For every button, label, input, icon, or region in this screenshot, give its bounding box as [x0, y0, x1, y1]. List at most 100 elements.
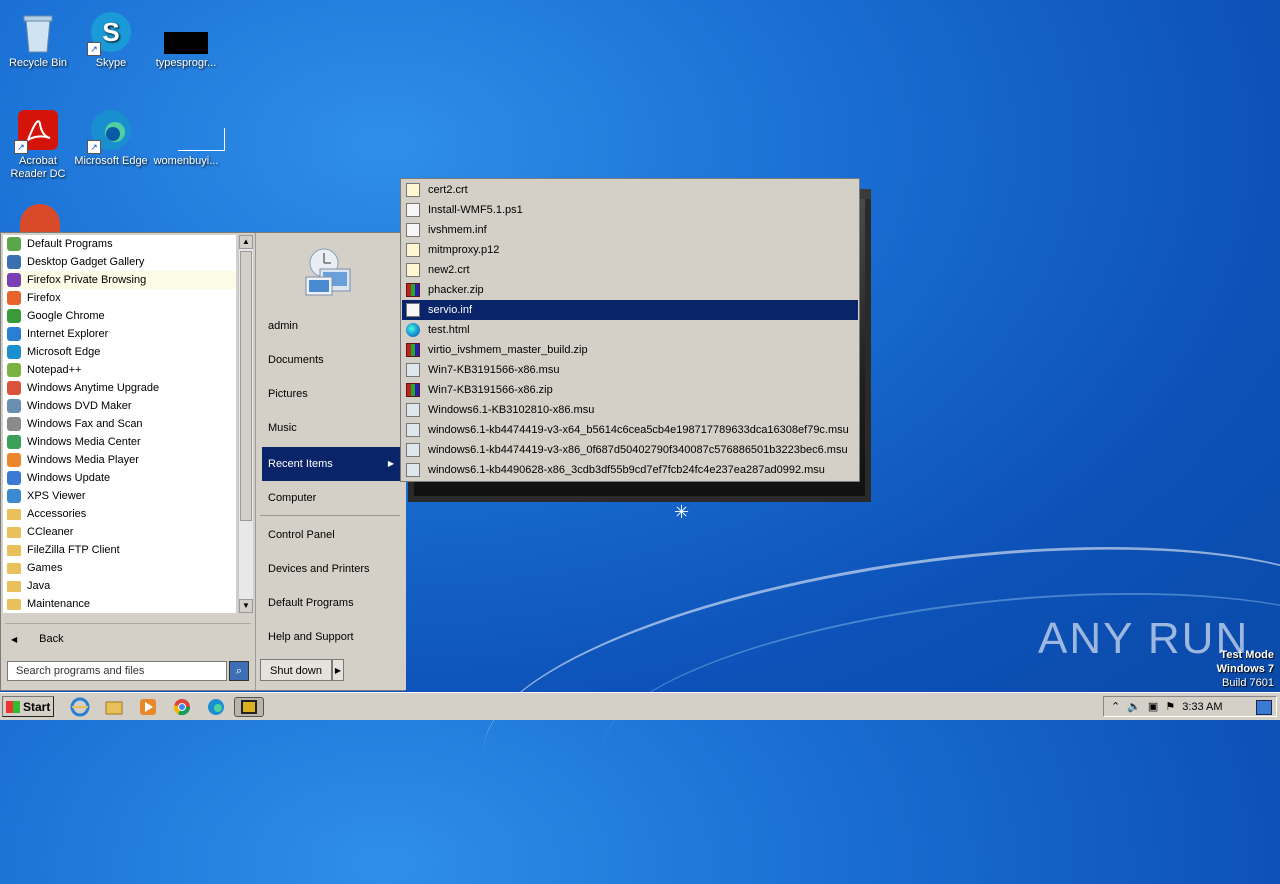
edge-taskbar-icon[interactable] [206, 697, 226, 717]
recent-item[interactable]: windows6.1-kb4490628-x86_3cdb3df55b9cd7e… [402, 460, 858, 480]
scroll-down-button[interactable]: ▼ [239, 599, 253, 613]
program-label: Google Chrome [27, 310, 105, 322]
divider [5, 623, 251, 624]
program-list-item[interactable]: XPS Viewer [3, 487, 236, 505]
recent-item-label: Windows6.1-KB3102810-x86.msu [428, 404, 595, 416]
recent-item[interactable]: virtio_ivshmem_master_build.zip [402, 340, 858, 360]
documents-link[interactable]: Documents [262, 349, 400, 371]
recent-item[interactable]: cert2.crt [402, 180, 858, 200]
shutdown-button[interactable]: Shut down [260, 659, 332, 681]
shutdown-options-button[interactable]: ▶ [332, 659, 344, 681]
program-list-scrollbar[interactable]: ▲ ▼ [238, 235, 253, 613]
program-list-item[interactable]: Accessories [3, 505, 236, 523]
recent-item[interactable]: new2.crt [402, 260, 858, 280]
program-list-item[interactable]: Maintenance [3, 595, 236, 613]
pictures-link[interactable]: Pictures [262, 383, 400, 405]
program-list-item[interactable]: Windows Fax and Scan [3, 415, 236, 433]
program-list-item[interactable]: Google Chrome [3, 307, 236, 325]
program-label: Windows Media Player [27, 454, 139, 466]
control-panel-link[interactable]: Control Panel [262, 524, 400, 546]
devices-printers-link[interactable]: Devices and Printers [262, 558, 400, 580]
recent-item-label: phacker.zip [428, 284, 484, 296]
computer-link[interactable]: Computer [262, 487, 400, 509]
program-list-item[interactable]: Windows Media Player [3, 451, 236, 469]
user-picture[interactable] [300, 241, 356, 299]
back-button[interactable]: ◀ Back [7, 631, 247, 647]
program-list-item[interactable]: CCleaner [3, 523, 236, 541]
zip-file-icon [406, 343, 420, 357]
help-support-link[interactable]: Help and Support [262, 626, 400, 648]
recent-item[interactable]: Win7-KB3191566-x86.msu [402, 360, 858, 380]
recent-items-label: Recent Items [268, 458, 333, 470]
desktop-icon-recycle-bin[interactable]: Recycle Bin [0, 6, 76, 70]
default-programs-link[interactable]: Default Programs [262, 592, 400, 614]
scroll-up-button[interactable]: ▲ [239, 235, 253, 249]
program-label: Windows DVD Maker [27, 400, 132, 412]
program-label: Internet Explorer [27, 328, 109, 340]
recent-item[interactable]: Win7-KB3191566-x86.zip [402, 380, 858, 400]
volume-icon[interactable]: 🔈 [1127, 700, 1141, 713]
program-list-item[interactable]: Desktop Gadget Gallery [3, 253, 236, 271]
search-input[interactable]: Search programs and files [7, 661, 227, 681]
show-desktop-button[interactable] [1256, 700, 1272, 715]
user-folder-link[interactable]: admin [262, 315, 400, 337]
gadget-icon [7, 255, 21, 269]
music-link[interactable]: Music [262, 417, 400, 439]
program-label: CCleaner [27, 526, 74, 538]
explorer-taskbar-icon[interactable] [104, 697, 124, 717]
show-hidden-icons-icon[interactable]: ⌃ [1111, 700, 1120, 713]
program-list-item[interactable]: FileZilla FTP Client [3, 541, 236, 559]
chrome-taskbar-icon[interactable] [172, 697, 192, 717]
search-button[interactable]: ⌕ [229, 661, 249, 681]
back-label: Back [39, 633, 64, 645]
cert-file-icon [406, 243, 420, 257]
program-list-item[interactable]: Firefox [3, 289, 236, 307]
program-list-item[interactable]: Microsoft Edge [3, 343, 236, 361]
recent-item[interactable]: Install-WMF5.1.ps1 [402, 200, 858, 220]
program-list-item[interactable]: Default Programs [3, 235, 236, 253]
active-app-taskbar-button[interactable] [234, 697, 264, 717]
media-player-taskbar-icon[interactable] [138, 697, 158, 717]
desktop-icon-typesprogr[interactable]: typesprogr... [148, 6, 224, 70]
arrow-right-icon: ▶ [334, 666, 342, 675]
recent-item-label: windows6.1-kb4474419-v3-x86_0f687d504027… [428, 444, 848, 456]
desktop-icon-acrobat[interactable]: ↗ Acrobat Reader DC [0, 104, 76, 181]
program-list-item[interactable]: Firefox Private Browsing [3, 271, 236, 289]
desktop-icon-womenbuyi[interactable]: womenbuyi... [148, 104, 225, 168]
scroll-thumb[interactable] [240, 251, 252, 521]
program-list-item[interactable]: Windows Update [3, 469, 236, 487]
program-list-item[interactable]: Windows Media Center [3, 433, 236, 451]
program-list-item[interactable]: Java [3, 577, 236, 595]
program-list-item[interactable]: Games [3, 559, 236, 577]
start-label: Start [23, 699, 51, 714]
program-list-item[interactable]: Internet Explorer [3, 325, 236, 343]
ie-taskbar-icon[interactable] [70, 697, 90, 717]
recent-item[interactable]: ivshmem.inf [402, 220, 858, 240]
start-button[interactable]: Start [2, 696, 54, 717]
recent-item[interactable]: Windows6.1-KB3102810-x86.msu [402, 400, 858, 420]
network-icon[interactable]: ▣ [1148, 700, 1158, 713]
program-list-item[interactable]: Notepad++ [3, 361, 236, 379]
desktop-icon-edge[interactable]: ↗ Microsoft Edge [73, 104, 149, 168]
recent-item[interactable]: test.html [402, 320, 858, 340]
desktop-icon-skype[interactable]: S ↗ Skype [73, 6, 149, 70]
program-list-item[interactable]: Windows DVD Maker [3, 397, 236, 415]
recent-items-link[interactable]: Recent Items ▶ [262, 447, 400, 481]
action-center-flag-icon[interactable]: ⚑ [1165, 700, 1175, 713]
recent-item[interactable]: mitmproxy.p12 [402, 240, 858, 260]
edge-file-icon [406, 323, 420, 337]
folder-icon [7, 580, 21, 592]
recent-item-label: new2.crt [428, 264, 470, 276]
recent-item[interactable]: phacker.zip [402, 280, 858, 300]
program-label: FileZilla FTP Client [27, 544, 120, 556]
recent-item[interactable]: windows6.1-kb4474419-v3-x64_b5614c6cea5c… [402, 420, 858, 440]
recent-item-label: windows6.1-kb4474419-v3-x64_b5614c6cea5c… [428, 424, 849, 436]
partial-desktop-icon [20, 204, 60, 232]
recent-item[interactable]: windows6.1-kb4474419-v3-x86_0f687d504027… [402, 440, 858, 460]
recent-item[interactable]: servio.inf [402, 300, 858, 320]
clock[interactable]: 3:33 AM [1182, 701, 1222, 713]
program-list-item[interactable]: Windows Anytime Upgrade [3, 379, 236, 397]
file-icon [164, 108, 225, 152]
taskbar: Start ⌃ 🔈 ▣ ⚑ 3:33 AM [0, 692, 1280, 720]
desktop-icon-label: Acrobat Reader DC [10, 155, 66, 180]
